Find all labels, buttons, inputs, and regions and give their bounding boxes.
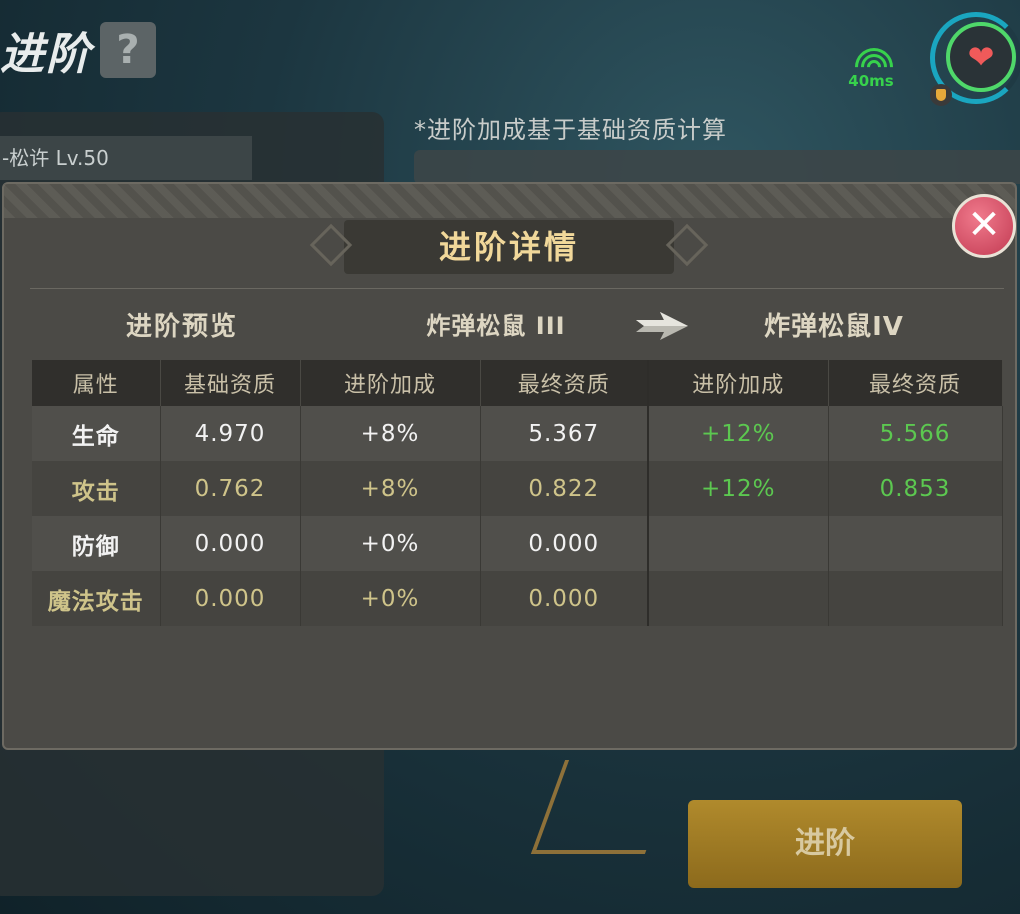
- attr-name: 防御: [32, 516, 161, 571]
- attr-name: 攻击: [32, 461, 161, 516]
- col-header-final: 最终资质: [480, 360, 649, 406]
- advance-note: *进阶加成基于基础资质计算: [414, 116, 727, 144]
- next-final-value: 0.853: [828, 461, 1003, 516]
- next-bonus-value: +12%: [648, 406, 829, 461]
- next-bonus-value: [648, 516, 829, 571]
- divider: [30, 288, 1004, 289]
- heart-icon: ❤: [967, 38, 995, 76]
- table-row: 攻击 0.762 +8% 0.822 +12% 0.853: [32, 461, 1003, 516]
- final-value: 0.822: [480, 461, 649, 516]
- col-header-attr: 属性: [32, 360, 161, 406]
- final-value: 0.000: [480, 516, 649, 571]
- advance-button[interactable]: 进阶: [688, 800, 962, 888]
- bonus-value: +0%: [300, 516, 481, 571]
- next-pet-name: 炸弹松鼠IV: [764, 312, 904, 342]
- page-title: 进阶: [0, 29, 92, 80]
- character-name: -松许 Lv.50: [0, 136, 252, 180]
- background-stat-row: [414, 150, 1020, 184]
- wifi-icon: [847, 40, 901, 94]
- bonus-value: +8%: [300, 406, 481, 461]
- col-header-base: 基础资质: [160, 360, 301, 406]
- final-value: 0.000: [480, 571, 649, 626]
- arrow-right-icon: [636, 312, 688, 340]
- bonus-value: +0%: [300, 571, 481, 626]
- final-value: 5.367: [480, 406, 649, 461]
- advance-detail-modal: 进阶详情 进阶预览 炸弹松鼠 III 炸弹松鼠IV 属性 基础资质 进阶加成 最…: [2, 182, 1017, 750]
- current-pet-name: 炸弹松鼠 III: [426, 312, 566, 340]
- base-value: 4.970: [160, 406, 301, 461]
- col-header-bonus: 进阶加成: [300, 360, 481, 406]
- avatar[interactable]: ❤: [946, 22, 1016, 92]
- help-button[interactable]: ?: [100, 22, 156, 78]
- preview-label: 进阶预览: [125, 312, 238, 342]
- table-row: 生命 4.970 +8% 5.367 +12% 5.566: [32, 406, 1003, 461]
- shield-badge-icon: [930, 84, 952, 106]
- modal-title: 进阶详情: [438, 228, 579, 266]
- bonus-value: +8%: [300, 461, 481, 516]
- base-value: 0.000: [160, 571, 301, 626]
- next-final-value: [828, 516, 1003, 571]
- next-final-value: 5.566: [828, 406, 1003, 461]
- stats-table: 属性 基础资质 进阶加成 最终资质 进阶加成 最终资质 生命 4.970 +8%…: [32, 360, 1003, 626]
- table-header-row: 属性 基础资质 进阶加成 最终资质 进阶加成 最终资质: [32, 360, 1003, 406]
- attr-name: 魔法攻击: [32, 571, 161, 626]
- col-header-next-bonus: 进阶加成: [648, 360, 829, 406]
- modal-ornament-band: [4, 184, 1015, 218]
- base-value: 0.762: [160, 461, 301, 516]
- base-value: 0.000: [160, 516, 301, 571]
- table-row: 防御 0.000 +0% 0.000: [32, 516, 1003, 571]
- next-bonus-value: +12%: [648, 461, 829, 516]
- decorative-frame: [530, 760, 680, 854]
- table-row: 魔法攻击 0.000 +0% 0.000: [32, 571, 1003, 626]
- next-bonus-value: [648, 571, 829, 626]
- network-ping: 40ms: [843, 40, 901, 94]
- close-button[interactable]: ✕: [952, 194, 1016, 258]
- col-header-next-final: 最终资质: [828, 360, 1003, 406]
- next-final-value: [828, 571, 1003, 626]
- attr-name: 生命: [32, 406, 161, 461]
